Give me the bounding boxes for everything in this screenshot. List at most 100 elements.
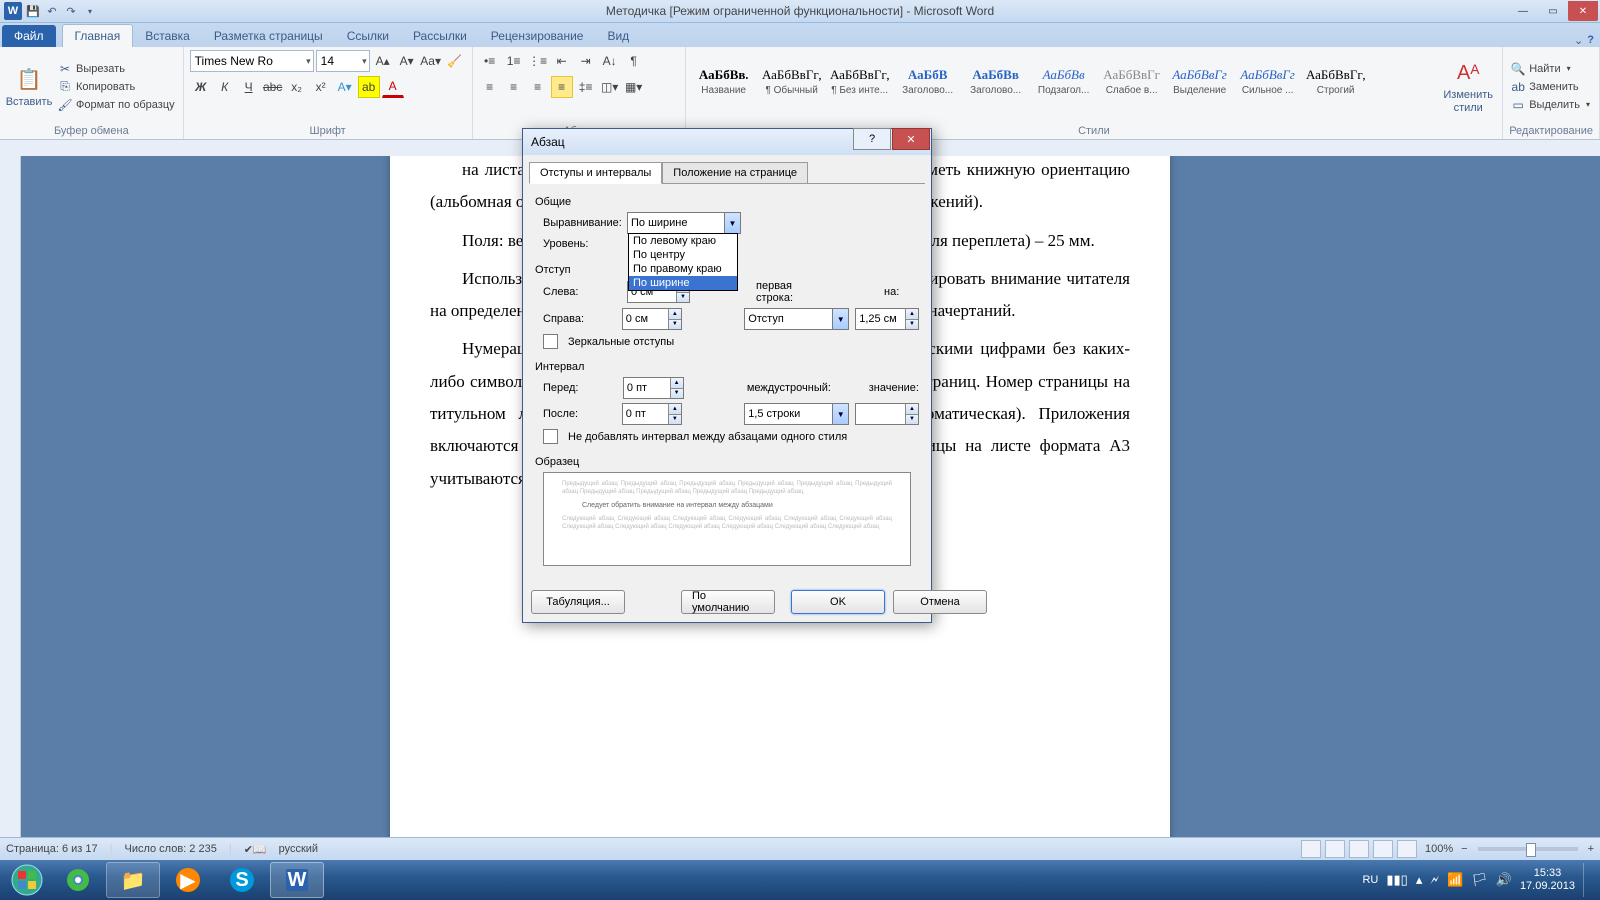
bullets-button[interactable]: •≡ (479, 50, 501, 72)
cancel-button[interactable]: Отмена (893, 590, 987, 614)
view-fullscreen[interactable] (1325, 840, 1345, 858)
tray-language[interactable]: RU (1362, 874, 1378, 886)
style-item[interactable]: АаБбВв.Название (692, 52, 756, 110)
tab-home[interactable]: Главная (62, 24, 134, 47)
tab-insert[interactable]: Вставка (133, 25, 202, 47)
subscript-button[interactable]: x₂ (286, 76, 308, 98)
increase-indent-button[interactable]: ⇥ (575, 50, 597, 72)
tray-network-icon[interactable]: ▮▮▯ (1386, 872, 1407, 888)
help-icon[interactable]: ? (1587, 34, 1594, 47)
status-words[interactable]: Число слов: 2 235 (124, 843, 216, 855)
zoom-slider[interactable] (1478, 847, 1578, 851)
alignment-option[interactable]: По левому краю (629, 234, 737, 248)
tray-wifi-icon[interactable]: 📶 (1447, 872, 1463, 888)
style-item[interactable]: АаБбВвГг,¶ Обычный (760, 52, 824, 110)
ok-button[interactable]: OK (791, 590, 885, 614)
zoom-out-button[interactable]: − (1461, 843, 1467, 855)
replace-button[interactable]: abЗаменить (1509, 79, 1592, 95)
alignment-option[interactable]: По ширине (629, 276, 737, 290)
status-zoom[interactable]: 100% (1425, 843, 1453, 855)
zoom-in-button[interactable]: + (1588, 843, 1594, 855)
shading-button[interactable]: ◫▾ (599, 76, 621, 98)
italic-button[interactable]: К (214, 76, 236, 98)
before-spinner[interactable]: 0 пт▲▼ (623, 377, 684, 399)
qat-more-icon[interactable]: ▾ (82, 3, 98, 19)
after-spinner[interactable]: 0 пт▲▼ (622, 403, 682, 425)
default-button[interactable]: По умолчанию (681, 590, 775, 614)
style-item[interactable]: АаБбВвГг,¶ Без инте... (828, 52, 892, 110)
paste-button[interactable]: 📋 Вставить (6, 50, 52, 123)
decrease-indent-button[interactable]: ⇤ (551, 50, 573, 72)
ribbon-minimize-icon[interactable]: ⌄ (1574, 34, 1583, 47)
dialog-help-button[interactable]: ? (853, 128, 891, 150)
style-item[interactable]: АаБбВвЗаголово... (964, 52, 1028, 110)
taskbar-explorer[interactable]: 📁 (106, 862, 160, 898)
start-button[interactable] (4, 863, 50, 897)
highlight-button[interactable]: ab (358, 76, 380, 98)
borders-button[interactable]: ▦▾ (623, 76, 645, 98)
dialog-tab-indents[interactable]: Отступы и интервалы (529, 162, 662, 184)
underline-button[interactable]: Ч (238, 76, 260, 98)
tray-up-icon[interactable]: ▴ (1416, 872, 1423, 888)
tab-layout[interactable]: Разметка страницы (202, 25, 335, 47)
tray-flag-icon[interactable]: 🏳 (1471, 872, 1488, 888)
taskbar-chrome[interactable] (52, 863, 104, 897)
taskbar-skype[interactable]: S (216, 863, 268, 897)
dialog-tab-position[interactable]: Положение на странице (662, 162, 808, 184)
tabs-button[interactable]: Табуляция... (531, 590, 625, 614)
font-name-combo[interactable]: Times New Ro (190, 50, 314, 72)
by-spinner[interactable]: 1,25 см▲▼ (855, 308, 919, 330)
strike-button[interactable]: abc (262, 76, 284, 98)
change-styles-button[interactable]: Aᴬ Изменить стили (1440, 50, 1496, 123)
change-case-button[interactable]: Aa▾ (420, 50, 442, 72)
find-button[interactable]: 🔍Найти▾ (1509, 61, 1592, 77)
dialog-title-bar[interactable]: Абзац ? ✕ (523, 129, 931, 155)
shrink-font-button[interactable]: A▾ (396, 50, 418, 72)
view-web[interactable] (1349, 840, 1369, 858)
dialog-close-button[interactable]: ✕ (892, 128, 930, 150)
style-item[interactable]: АаБбВвГгСлабое в... (1100, 52, 1164, 110)
multilevel-button[interactable]: ⋮≡ (527, 50, 549, 72)
tab-review[interactable]: Рецензирование (479, 25, 596, 47)
at-spinner[interactable]: ▲▼ (855, 403, 919, 425)
style-item[interactable]: АаБбВвГгСильное ... (1236, 52, 1300, 110)
tray-clock[interactable]: 15:33 17.09.2013 (1520, 867, 1575, 893)
numbering-button[interactable]: 1≡ (503, 50, 525, 72)
alignment-option[interactable]: По центру (629, 248, 737, 262)
view-draft[interactable] (1397, 840, 1417, 858)
save-icon[interactable]: 💾 (25, 3, 41, 19)
tab-mailings[interactable]: Рассылки (401, 25, 479, 47)
bold-button[interactable]: Ж (190, 76, 212, 98)
grow-font-button[interactable]: A▴ (372, 50, 394, 72)
align-left-button[interactable]: ≡ (479, 76, 501, 98)
indent-right-spinner[interactable]: 0 см▲▼ (622, 308, 682, 330)
text-effects-button[interactable]: A▾ (334, 76, 356, 98)
mirror-checkbox[interactable] (543, 334, 558, 349)
taskbar-media[interactable]: ▶ (162, 863, 214, 897)
align-justify-button[interactable]: ≡ (551, 76, 573, 98)
taskbar-word[interactable]: W (270, 862, 324, 898)
status-page[interactable]: Страница: 6 из 17 (6, 843, 98, 855)
alignment-combo[interactable]: По ширине ▼ По левому краюПо центруПо пр… (627, 212, 741, 234)
line-spacing-button[interactable]: ‡≡ (575, 76, 597, 98)
font-color-button[interactable]: A (382, 77, 404, 98)
view-print-layout[interactable] (1301, 840, 1321, 858)
view-outline[interactable] (1373, 840, 1393, 858)
copy-button[interactable]: ⎘Копировать (56, 79, 177, 95)
style-gallery[interactable]: АаБбВв.НазваниеАаБбВвГг,¶ ОбычныйАаБбВвГ… (692, 50, 1437, 116)
tab-file[interactable]: Файл (2, 25, 56, 47)
redo-icon[interactable]: ↷ (63, 3, 79, 19)
align-center-button[interactable]: ≡ (503, 76, 525, 98)
nospace-checkbox[interactable] (543, 429, 558, 444)
format-painter-button[interactable]: 🖌Формат по образцу (56, 97, 177, 113)
tray-battery-icon[interactable]: 🗲 (1430, 872, 1439, 888)
align-right-button[interactable]: ≡ (527, 76, 549, 98)
style-item[interactable]: АаБбВвГг,Строгий (1304, 52, 1368, 110)
status-language[interactable]: русский (279, 843, 318, 855)
linespacing-combo[interactable]: 1,5 строки▼ (744, 403, 849, 425)
select-button[interactable]: ▭Выделить▾ (1509, 97, 1592, 113)
tab-view[interactable]: Вид (595, 25, 641, 47)
tab-references[interactable]: Ссылки (335, 25, 401, 47)
vertical-ruler[interactable] (0, 156, 21, 876)
show-desktop-button[interactable] (1583, 863, 1592, 897)
